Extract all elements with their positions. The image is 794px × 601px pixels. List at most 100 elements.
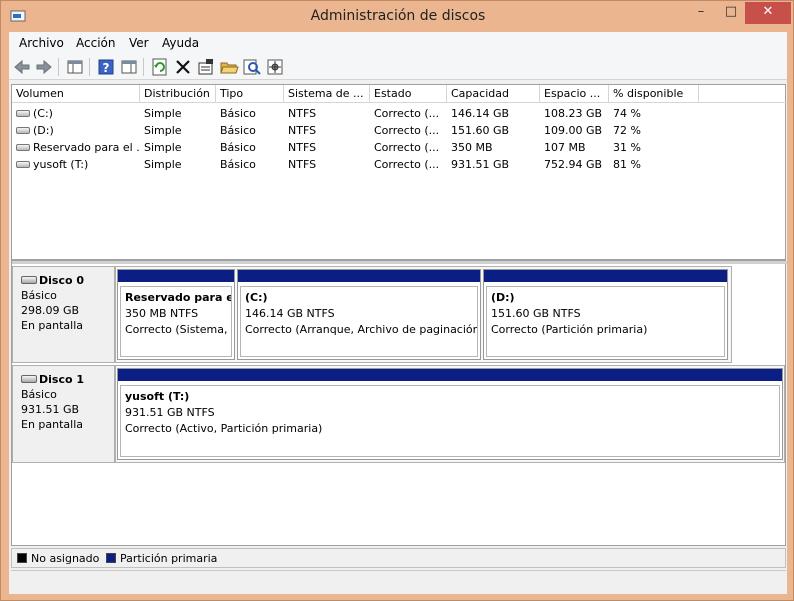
legend-unallocated: No asignado <box>17 552 99 565</box>
disk-1-label[interactable]: Disco 1 Básico 931.51 GB En pantalla <box>12 365 115 463</box>
partition-status: Correcto (Activo, Partición primaria) <box>125 422 323 435</box>
disk-management-window: Administración de discos – □ ✕ Archivo A… <box>0 0 794 601</box>
partition-size: 146.14 GB NTFS <box>245 307 335 320</box>
filesystem-cell: NTFS <box>288 124 317 137</box>
properties-icon[interactable] <box>196 57 216 77</box>
capacity-cell: 146.14 GB <box>451 107 510 120</box>
settings-icon[interactable] <box>265 57 285 77</box>
column-header-disponible[interactable]: % disponible <box>609 85 699 103</box>
menu-accion[interactable]: Acción <box>76 36 115 50</box>
capacity-cell: 350 MB <box>451 141 493 154</box>
column-header-capacidad[interactable]: Capacidad <box>447 85 540 103</box>
partition-size: 350 MB NTFS <box>125 307 199 320</box>
type-cell: Básico <box>220 107 256 120</box>
filesystem-cell: NTFS <box>288 107 317 120</box>
disk-0-partitions: Reservado para el s 350 MB NTFS Correcto… <box>115 266 732 363</box>
legend-label: Partición primaria <box>120 552 218 565</box>
partition-body: (D:) 151.60 GB NTFS Correcto (Partición … <box>486 286 725 357</box>
menu-bar: Archivo Acción Ver Ayuda <box>9 32 787 54</box>
status-cell: Correcto (... <box>374 141 440 154</box>
refresh-icon[interactable] <box>150 57 170 77</box>
partition-body: (C:) 146.14 GB NTFS Correcto (Arranque, … <box>240 286 478 357</box>
svg-text:?: ? <box>103 61 110 75</box>
volume-cell: (D:) <box>12 122 140 139</box>
status-cell: Correcto (... <box>374 124 440 137</box>
table-row[interactable]: Reservado para el ... Simple Básico NTFS… <box>12 139 787 156</box>
minimize-button[interactable]: – <box>685 2 717 24</box>
menu-archivo[interactable]: Archivo <box>19 36 64 50</box>
search-icon[interactable] <box>242 57 262 77</box>
open-folder-icon[interactable] <box>219 57 239 77</box>
volume-list[interactable]: Volumen Distribución Tipo Sistema de ...… <box>11 84 787 260</box>
disk-name: Disco 0 <box>39 274 85 287</box>
toolbar-separator <box>58 58 59 76</box>
filesystem-cell: NTFS <box>288 158 317 171</box>
close-button[interactable]: ✕ <box>745 2 791 24</box>
volume-drive-icon <box>16 143 30 151</box>
partition-status: Correcto (Partición primaria) <box>491 323 648 336</box>
type-cell: Básico <box>220 158 256 171</box>
partition-name: Reservado para el s <box>125 291 231 304</box>
type-cell: Básico <box>220 141 256 154</box>
percent-free-cell: 31 % <box>613 141 641 154</box>
free-space-cell: 108.23 GB <box>544 107 603 120</box>
capacity-cell: 931.51 GB <box>451 158 510 171</box>
partition-c[interactable]: (C:) 146.14 GB NTFS Correcto (Arranque, … <box>237 269 481 360</box>
filesystem-cell: NTFS <box>288 141 317 154</box>
volume-drive-icon <box>16 160 30 168</box>
legend-label: No asignado <box>31 552 100 565</box>
partition-size: 931.51 GB NTFS <box>125 406 215 419</box>
help-icon[interactable]: ? <box>96 57 116 77</box>
partition-color-bar <box>484 270 727 282</box>
pane-splitter[interactable] <box>12 261 787 264</box>
action-pane-icon[interactable] <box>119 57 139 77</box>
table-row[interactable]: (C:) Simple Básico NTFS Correcto (... 14… <box>12 105 787 122</box>
disk-0-label[interactable]: Disco 0 Básico 298.09 GB En pantalla <box>12 266 115 363</box>
status-cell: Correcto (... <box>374 107 440 120</box>
disk-size: 298.09 GB <box>21 304 80 317</box>
legend: No asignado Partición primaria <box>11 548 786 568</box>
column-header-volumen[interactable]: Volumen <box>12 85 140 103</box>
volume-drive-icon <box>16 109 30 117</box>
menu-ver[interactable]: Ver <box>129 36 149 50</box>
toolbar-separator <box>143 58 144 76</box>
column-header-sistema[interactable]: Sistema de ... <box>284 85 370 103</box>
partition-reserved[interactable]: Reservado para el s 350 MB NTFS Correcto… <box>117 269 235 360</box>
back-arrow-icon[interactable] <box>12 57 32 77</box>
title-bar[interactable]: Administración de discos – □ ✕ <box>1 1 794 32</box>
disk-icon <box>21 276 37 284</box>
toolbar: ? <box>9 54 787 80</box>
partition-t[interactable]: yusoft (T:) 931.51 GB NTFS Correcto (Act… <box>117 368 783 460</box>
forward-arrow-icon[interactable] <box>34 57 54 77</box>
partition-name: (C:) <box>245 291 268 304</box>
console-tree-icon[interactable] <box>65 57 85 77</box>
disk-status: En pantalla <box>21 418 84 431</box>
type-cell: Básico <box>220 124 256 137</box>
partition-color-bar <box>238 270 480 282</box>
capacity-cell: 151.60 GB <box>451 124 510 137</box>
layout-cell: Simple <box>144 124 182 137</box>
client-area: Archivo Acción Ver Ayuda ? Volumen Distr… <box>9 32 787 594</box>
column-header-estado[interactable]: Estado <box>370 85 447 103</box>
menu-ayuda[interactable]: Ayuda <box>162 36 199 50</box>
partition-body: yusoft (T:) 931.51 GB NTFS Correcto (Act… <box>120 385 780 457</box>
table-row[interactable]: (D:) Simple Básico NTFS Correcto (... 15… <box>12 122 787 139</box>
volume-list-header: Volumen Distribución Tipo Sistema de ...… <box>12 85 787 103</box>
window-title: Administración de discos <box>310 8 486 24</box>
maximize-button[interactable]: □ <box>717 2 745 24</box>
layout-cell: Simple <box>144 141 182 154</box>
partition-d[interactable]: (D:) 151.60 GB NTFS Correcto (Partición … <box>483 269 728 360</box>
volume-cell: Reservado para el ... <box>12 139 140 156</box>
disk-type: Básico <box>21 289 57 302</box>
column-header-tipo[interactable]: Tipo <box>216 85 284 103</box>
delete-icon[interactable] <box>173 57 193 77</box>
disk-1-partitions: yusoft (T:) 931.51 GB NTFS Correcto (Act… <box>115 365 785 463</box>
volume-drive-icon <box>16 126 30 134</box>
toolbar-separator <box>89 58 90 76</box>
table-row[interactable]: yusoft (T:) Simple Básico NTFS Correcto … <box>12 156 787 173</box>
partition-name: yusoft (T:) <box>125 390 190 403</box>
column-header-distribucion[interactable]: Distribución <box>140 85 216 103</box>
disk-size: 931.51 GB <box>21 403 80 416</box>
legend-swatch-blue <box>106 553 116 563</box>
column-header-espacio[interactable]: Espacio ... <box>540 85 609 103</box>
